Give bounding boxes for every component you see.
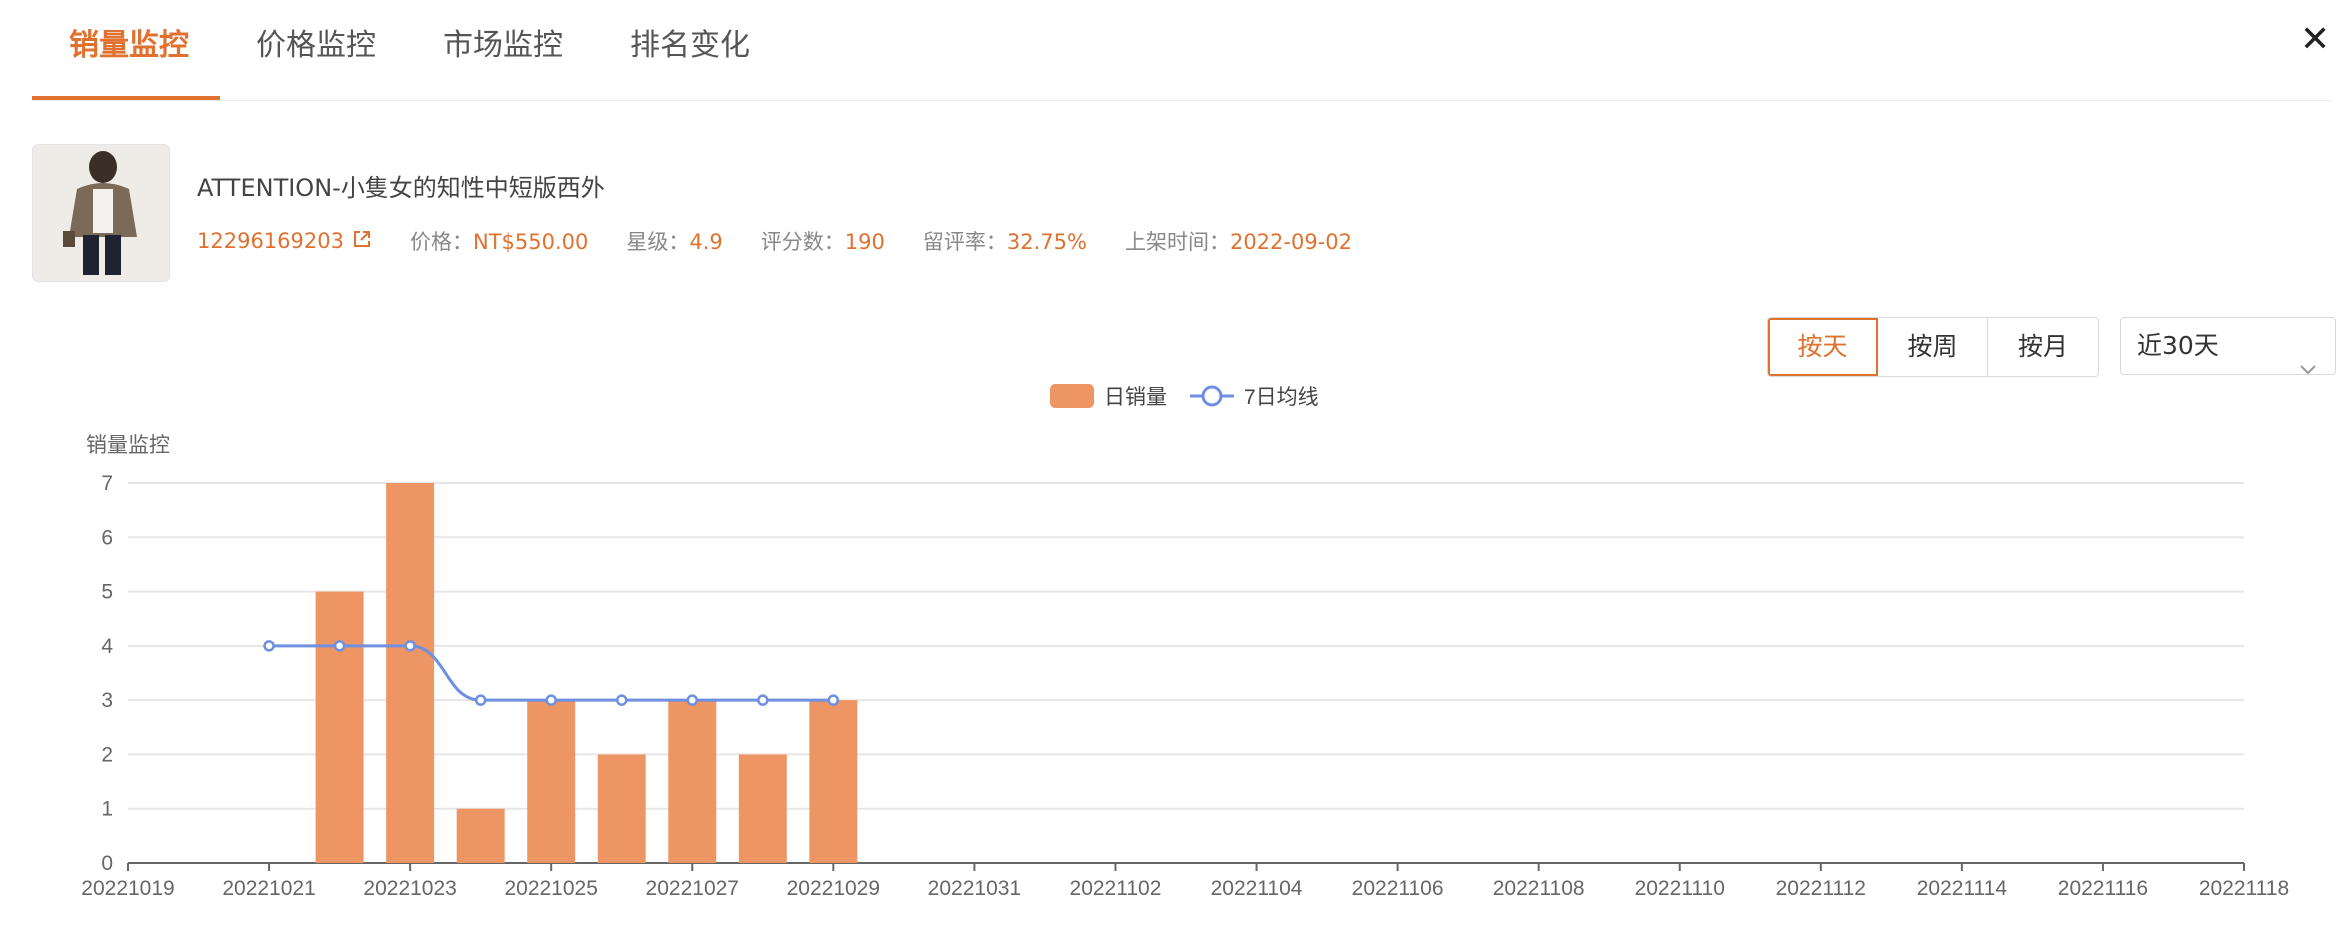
line-point-20221023	[404, 640, 416, 652]
tab-price-monitor[interactable]: 价格监控	[256, 20, 376, 64]
external-link-icon[interactable]	[352, 229, 372, 254]
y-tick-label: 2	[101, 743, 113, 766]
price-info: 价格：NT$550.00	[410, 226, 588, 256]
active-tab-indicator	[32, 96, 220, 100]
x-tick-label: 20221019	[81, 877, 174, 900]
line-point-20221027	[686, 694, 699, 706]
x-tick-label: 20221027	[646, 877, 739, 900]
bar-20221024	[456, 808, 505, 863]
x-tick-label: 20221118	[2199, 877, 2289, 900]
line-point-20221028	[757, 694, 769, 706]
line-point-20221029	[827, 694, 840, 706]
period-toggle: 按天 按周 按月	[1767, 317, 2099, 377]
bar-20221022	[315, 591, 364, 863]
bar-20221027	[668, 700, 717, 863]
review-rate-label: 留评率：	[922, 230, 1007, 254]
by-day-button[interactable]: 按天	[1768, 318, 1878, 376]
grid-lines	[128, 482, 2244, 810]
tab-ranking-change[interactable]: 排名变化	[630, 20, 750, 64]
x-axis: 20221019 20221021 20221023 20221025 20221027…	[81, 862, 2289, 900]
review-rate-info: 留评率：32.75%	[923, 226, 1087, 256]
x-tick-label: 20221116	[2058, 877, 2148, 900]
bar-20221023	[386, 483, 435, 863]
rating-label: 星级：	[626, 230, 690, 254]
bar-20221028	[738, 754, 787, 863]
y-tick-label: 4	[101, 635, 113, 658]
sales-chart: 日销量 7日均线 销量监控 01234567 20221019 20221021 20…	[81, 384, 2289, 900]
line-point-20221025	[545, 694, 557, 706]
y-tick-label: 1	[101, 798, 113, 821]
product-meta: 12296169203 价格：NT$550.00 星级：4.9 评分数：190 …	[197, 226, 1390, 256]
x-tick-label: 20221025	[504, 877, 597, 900]
y-tick-label: 6	[101, 526, 113, 549]
tab-market-monitor[interactable]: 市场监控	[443, 20, 563, 64]
rating-value: 4.9	[689, 230, 723, 254]
y-axis-ticks: 0 1 2 3 4 5 6 7	[101, 472, 113, 875]
close-icon[interactable]: ✕	[2300, 22, 2330, 58]
x-tick-label: 20221021	[222, 877, 315, 900]
y-tick-label: 3	[101, 689, 113, 712]
price-value: NT$550.00	[472, 230, 589, 254]
bar-20221026	[597, 754, 646, 863]
legend-line-label: 7日均线	[1244, 386, 1319, 409]
bar-series	[315, 483, 858, 863]
reviews-info: 评分数：190	[761, 226, 885, 256]
legend-bar-label: 日销量	[1104, 386, 1167, 409]
y-tick-label: 5	[101, 581, 113, 604]
tab-sales-monitor[interactable]: 销量监控	[69, 20, 189, 64]
x-tick-label: 20221102	[1070, 877, 1162, 900]
legend-bar-swatch	[1050, 384, 1094, 408]
legend-line-marker	[1201, 385, 1223, 407]
y-tick-label: 0	[101, 852, 113, 875]
product-title: ATTENTION-小隻女的知性中短版西外	[197, 174, 605, 202]
x-tick-label: 20221029	[787, 877, 880, 900]
listed-date-value: 2022-09-02	[1229, 230, 1352, 254]
bar-20221025	[527, 700, 576, 863]
x-tick-label: 20221110	[1635, 877, 1725, 900]
date-range-select[interactable]: 近30天	[2120, 317, 2336, 375]
date-range-value: 近30天	[2137, 331, 2219, 360]
by-week-button[interactable]: 按周	[1878, 318, 1988, 376]
reviews-label: 评分数：	[760, 230, 845, 254]
product-id-link[interactable]: 12296169203	[197, 229, 344, 253]
tab-bar: 销量监控 价格监控 市场监控 排名变化	[32, 0, 2332, 101]
x-tick-label: 20221108	[1493, 877, 1585, 900]
bar-20221029	[809, 700, 858, 863]
review-rate-value: 32.75%	[1006, 230, 1087, 254]
listed-date-info: 上架时间：2022-09-02	[1125, 226, 1352, 256]
line-point-20221022	[333, 640, 346, 652]
by-month-button[interactable]: 按月	[1988, 318, 2098, 376]
y-axis-label: 销量监控	[86, 434, 170, 457]
listed-date-label: 上架时间：	[1124, 230, 1230, 254]
chart-legend: 日销量 7日均线	[1050, 384, 1319, 409]
reviews-value: 190	[844, 230, 885, 254]
x-tick-label: 20221106	[1352, 877, 1444, 900]
x-tick-label: 20221112	[1776, 877, 1866, 900]
x-tick-label: 20221104	[1211, 877, 1303, 900]
line-point-20221026	[615, 694, 628, 706]
product-image	[32, 144, 170, 282]
price-label: 价格：	[409, 230, 473, 254]
line-point-20221021	[263, 640, 275, 652]
y-tick-label: 7	[101, 472, 113, 495]
x-tick-label: 20221023	[363, 877, 456, 900]
line-point-20221024	[474, 694, 487, 706]
x-tick-label: 20221031	[928, 877, 1021, 900]
x-tick-label: 20221114	[1917, 877, 2008, 900]
rating-info: 星级：4.9	[626, 226, 722, 256]
